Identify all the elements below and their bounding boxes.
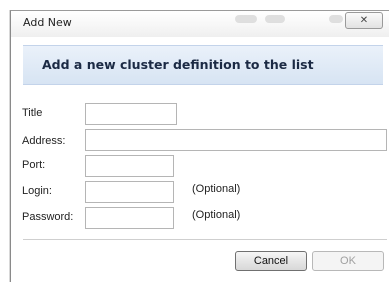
password-input[interactable] [85,207,174,229]
add-new-dialog: Add New ✕ Add a new cluster definition t… [10,10,389,282]
port-label: Port: [22,159,46,171]
title-bar[interactable]: Add New ✕ [11,11,389,37]
login-input[interactable] [85,181,174,203]
cancel-button[interactable]: Cancel [235,251,307,271]
header-banner: Add a new cluster definition to the list [23,45,383,85]
password-label: Password: [22,211,74,223]
address-input[interactable] [85,129,387,151]
login-optional-hint: (Optional) [192,183,241,195]
close-icon: ✕ [359,15,369,26]
title-input[interactable] [85,103,177,125]
background-blur [265,15,285,23]
background-blur [329,15,343,23]
close-button[interactable]: ✕ [345,12,383,29]
ok-button[interactable]: OK [312,251,384,271]
address-label: Address: [22,135,66,147]
window-title: Add New [23,16,72,29]
password-optional-hint: (Optional) [192,209,241,221]
title-label: Title [22,107,43,119]
background-blur [235,15,257,23]
port-input[interactable] [85,155,174,177]
screen: Add New ✕ Add a new cluster definition t… [0,0,389,282]
button-divider [23,239,387,241]
login-label: Login: [22,185,52,197]
header-title: Add a new cluster definition to the list [42,57,314,72]
